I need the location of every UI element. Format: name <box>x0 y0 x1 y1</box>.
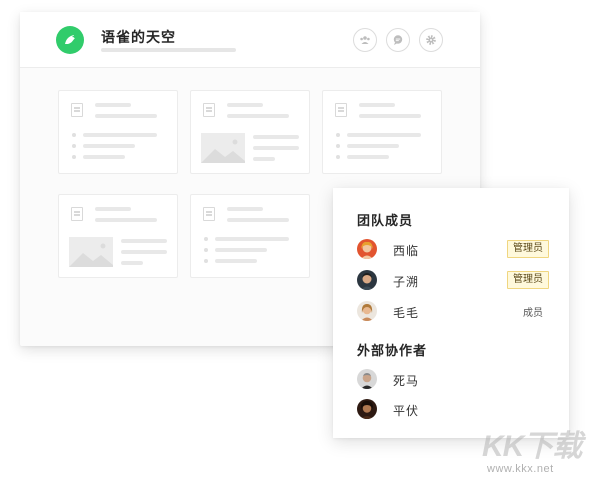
settings-button[interactable] <box>419 28 443 52</box>
member-row[interactable]: 毛毛 成员 <box>357 301 549 323</box>
document-icon <box>71 207 83 221</box>
team-members-heading: 团队成员 <box>357 213 414 228</box>
member-name: 平伏 <box>393 404 420 418</box>
role-badge: 管理员 <box>507 240 549 258</box>
image-placeholder-icon <box>201 133 245 163</box>
member-row[interactable]: 子溯 管理员 <box>357 270 549 292</box>
role-badge: 管理员 <box>507 271 549 289</box>
watermark-logo: KK下载 <box>482 430 582 463</box>
title-placeholder-bar <box>101 48 236 52</box>
watermark-url: www.kkx.net <box>487 463 554 475</box>
member-name: 死马 <box>393 374 420 388</box>
member-row[interactable]: 西临 管理员 <box>357 239 549 261</box>
bird-icon[interactable] <box>56 26 84 54</box>
avatar <box>357 301 377 321</box>
comment-icon <box>393 35 403 45</box>
document-icon <box>203 103 215 117</box>
document-icon <box>335 103 347 117</box>
member-name: 子溯 <box>393 275 420 289</box>
member-row[interactable]: 死马 <box>357 369 549 391</box>
doc-card[interactable] <box>58 90 178 174</box>
collaborators-heading: 外部协作者 <box>357 343 428 358</box>
member-name: 西临 <box>393 244 420 258</box>
image-placeholder-icon <box>69 237 113 267</box>
doc-card[interactable] <box>190 194 310 278</box>
app-title: 语雀的天空 <box>101 29 176 45</box>
doc-card[interactable] <box>190 90 310 174</box>
member-row[interactable]: 平伏 <box>357 399 549 421</box>
window-header: 语雀的天空 <box>20 12 480 68</box>
member-name: 毛毛 <box>393 306 420 320</box>
team-icon <box>360 36 370 44</box>
settings-icon <box>426 35 436 45</box>
avatar <box>357 239 377 259</box>
team-button[interactable] <box>353 28 377 52</box>
doc-card[interactable] <box>58 194 178 278</box>
avatar <box>357 270 377 290</box>
document-icon <box>71 103 83 117</box>
members-panel: 团队成员 西临 管理员 子溯 管理员 毛毛 成员 外部协作者 死马 平伏 <box>333 188 569 438</box>
avatar <box>357 369 377 389</box>
doc-card[interactable] <box>322 90 442 174</box>
avatar <box>357 399 377 419</box>
comment-button[interactable] <box>386 28 410 52</box>
document-icon <box>203 207 215 221</box>
role-label: 成员 <box>523 308 543 319</box>
